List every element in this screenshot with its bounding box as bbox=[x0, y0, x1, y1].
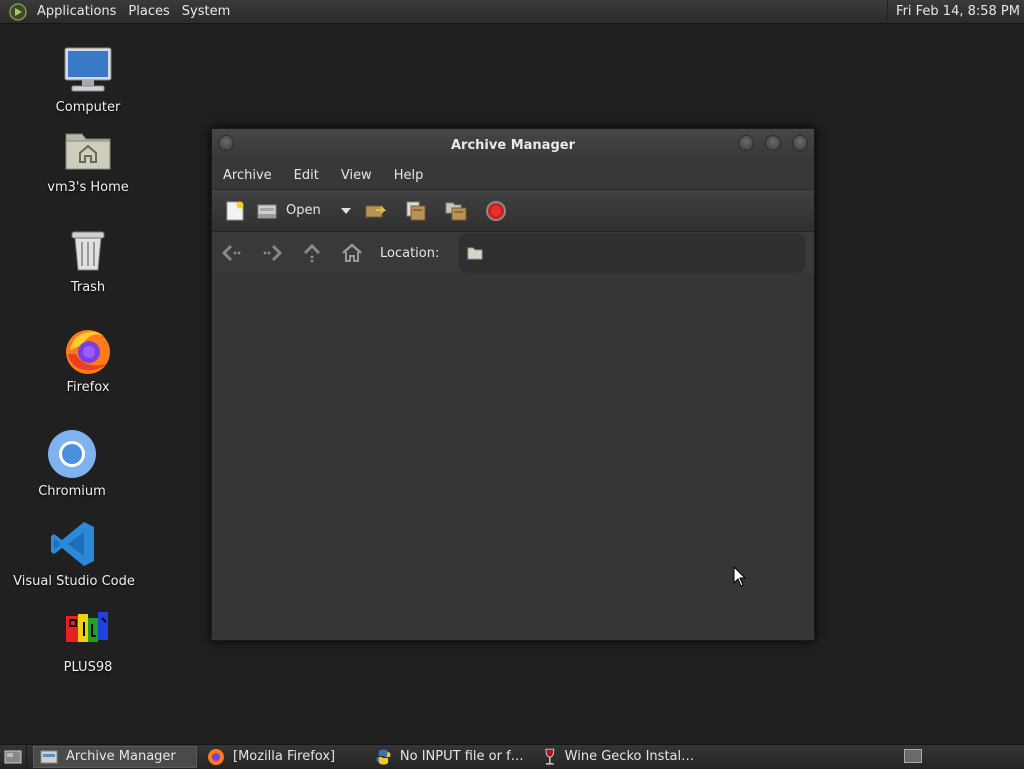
add-files-icon bbox=[406, 201, 426, 220]
home-folder-icon bbox=[62, 124, 114, 176]
forward-button[interactable] bbox=[252, 237, 292, 269]
window-titlebar[interactable]: Archive Manager bbox=[212, 129, 814, 161]
new-archive-icon bbox=[226, 201, 244, 220]
applications-menu[interactable]: Applications bbox=[31, 4, 122, 19]
menu-archive[interactable]: Archive bbox=[212, 168, 283, 183]
desktop-icon-label: Computer bbox=[55, 100, 121, 115]
location-field[interactable] bbox=[459, 233, 806, 273]
python-icon bbox=[376, 748, 391, 765]
up-arrow-icon bbox=[303, 243, 321, 263]
back-button[interactable] bbox=[212, 237, 252, 269]
new-archive-button[interactable] bbox=[218, 195, 252, 227]
mouse-cursor-icon bbox=[733, 566, 747, 587]
desktop-icon-plus98[interactable]: PLUS98 bbox=[28, 604, 148, 675]
wine-icon bbox=[545, 748, 555, 765]
desktop-icon-label: vm3's Home bbox=[47, 180, 129, 195]
add-folder-icon bbox=[445, 202, 467, 220]
workspace-switcher[interactable] bbox=[904, 749, 922, 763]
toolbar: Open bbox=[212, 189, 814, 232]
menubar: Archive Edit View Help bbox=[212, 161, 814, 189]
task-firefox[interactable]: [Mozilla Firefox] bbox=[201, 746, 365, 768]
file-list-area[interactable] bbox=[212, 273, 814, 640]
desktop-icon-label: Firefox bbox=[66, 380, 110, 395]
home-icon bbox=[342, 243, 362, 262]
back-arrow-icon bbox=[221, 244, 241, 262]
open-button[interactable]: Open bbox=[252, 195, 325, 227]
minimize-button[interactable] bbox=[738, 135, 754, 151]
window-menu-button[interactable] bbox=[218, 135, 234, 151]
window-title: Archive Manager bbox=[451, 137, 575, 153]
clock-label: Fri Feb 14, 8:58 PM bbox=[896, 4, 1020, 19]
add-folder-button[interactable] bbox=[439, 195, 473, 227]
task-python-dialog[interactable]: No INPUT file or fol… bbox=[369, 746, 533, 768]
open-recent-dropdown[interactable] bbox=[340, 207, 351, 214]
open-archive-icon bbox=[257, 204, 277, 218]
archive-manager-icon bbox=[40, 750, 58, 763]
desktop-icon-trash[interactable]: Trash bbox=[28, 224, 148, 295]
location-label: Location: bbox=[380, 245, 440, 261]
show-desktop-icon bbox=[4, 750, 22, 763]
top-panel: Applications Places System Fri Feb 14, 8… bbox=[0, 0, 1024, 24]
location-bar: Location: bbox=[212, 232, 814, 275]
open-label: Open bbox=[286, 203, 321, 218]
task-label: Wine Gecko Installer bbox=[564, 749, 695, 764]
forward-arrow-icon bbox=[263, 244, 283, 262]
stop-button[interactable] bbox=[479, 195, 513, 227]
desktop-icon-vscode[interactable]: Visual Studio Code bbox=[13, 518, 135, 589]
desktop-icon-computer[interactable]: Computer bbox=[28, 44, 148, 115]
desktop-icon-chromium[interactable]: Chromium bbox=[12, 428, 132, 499]
task-wine-gecko[interactable]: Wine Gecko Installer bbox=[537, 746, 701, 768]
add-files-button[interactable] bbox=[399, 195, 433, 227]
plus98-icon bbox=[62, 604, 114, 656]
bottom-taskbar: Archive Manager [Mozilla Firefox] No INP… bbox=[0, 744, 1024, 769]
menu-help[interactable]: Help bbox=[383, 168, 435, 183]
extract-icon bbox=[365, 205, 387, 217]
desktop-icon-label: Trash bbox=[70, 280, 106, 295]
menu-view[interactable]: View bbox=[330, 168, 383, 183]
archive-manager-window: Archive Manager Archive Edit View Help O… bbox=[211, 128, 815, 641]
task-archive-manager[interactable]: Archive Manager bbox=[33, 745, 197, 768]
firefox-icon bbox=[208, 748, 224, 765]
places-menu[interactable]: Places bbox=[122, 4, 175, 19]
computer-icon bbox=[62, 44, 114, 96]
firefox-icon bbox=[62, 324, 114, 376]
mate-logo-icon[interactable] bbox=[9, 2, 27, 21]
desktop-icon-label: PLUS98 bbox=[63, 660, 113, 675]
task-label: [Mozilla Firefox] bbox=[233, 749, 336, 764]
clock[interactable]: Fri Feb 14, 8:58 PM bbox=[887, 0, 1024, 24]
close-button[interactable] bbox=[792, 135, 808, 151]
menu-edit[interactable]: Edit bbox=[283, 168, 330, 183]
task-label: No INPUT file or fol… bbox=[399, 749, 527, 764]
trash-icon bbox=[62, 224, 114, 276]
vscode-icon bbox=[48, 518, 100, 570]
maximize-button[interactable] bbox=[765, 135, 781, 151]
folder-icon bbox=[467, 247, 483, 260]
chromium-icon bbox=[46, 428, 98, 480]
desktop-icon-label: Visual Studio Code bbox=[13, 574, 135, 589]
desktop-icon-label: Chromium bbox=[38, 484, 106, 499]
home-button[interactable] bbox=[332, 237, 372, 269]
up-button[interactable] bbox=[292, 237, 332, 269]
desktop-icon-firefox[interactable]: Firefox bbox=[28, 324, 148, 395]
stop-icon bbox=[485, 200, 506, 221]
desktop-icon-home[interactable]: vm3's Home bbox=[28, 124, 148, 195]
task-label: Archive Manager bbox=[66, 749, 176, 764]
show-desktop-button[interactable] bbox=[0, 744, 27, 769]
system-menu[interactable]: System bbox=[176, 4, 236, 19]
extract-button[interactable] bbox=[359, 195, 393, 227]
